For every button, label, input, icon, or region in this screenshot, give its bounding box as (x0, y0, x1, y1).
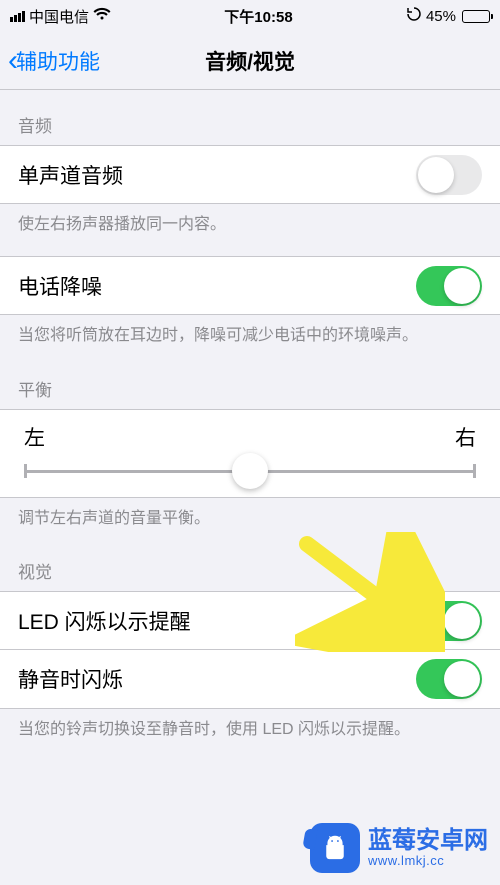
balance-left-label: 左 (24, 422, 45, 452)
section-header-audio: 音频 (0, 90, 500, 145)
watermark-title: 蓝莓安卓网 (368, 827, 488, 855)
phone-noise-footer: 当您将听筒放在耳边时，降噪可减少电话中的环境噪声。 (0, 315, 500, 353)
battery-icon (462, 10, 490, 23)
phone-noise-label: 电话降噪 (18, 271, 416, 301)
status-bar: 中国电信 下午10:58 45% (0, 0, 500, 32)
watermark-url: www.lmkj.cc (368, 854, 488, 869)
section-header-balance: 平衡 (0, 354, 500, 409)
carrier-label: 中国电信 (29, 6, 89, 27)
section-header-visual: 视觉 (0, 536, 500, 591)
mono-audio-footer: 使左右扬声器播放同一内容。 (0, 204, 500, 242)
watermark-logo-icon (310, 823, 360, 873)
phone-noise-cell: 电话降噪 (0, 256, 500, 315)
page-title: 音频/视觉 (205, 46, 295, 76)
phone-noise-switch[interactable] (416, 266, 482, 306)
nav-header: ‹ 辅助功能 音频/视觉 (0, 32, 500, 90)
cellular-signal-icon (10, 11, 25, 22)
mono-audio-switch[interactable] (416, 155, 482, 195)
balance-footer: 调节左右声道的音量平衡。 (0, 498, 500, 536)
watermark: 蓝莓安卓网 www.lmkj.cc (310, 823, 488, 873)
visual-footer: 当您的铃声切换设至静音时，使用 LED 闪烁以示提醒。 (0, 709, 500, 747)
mono-audio-label: 单声道音频 (18, 160, 416, 190)
flash-on-silent-cell: 静音时闪烁 (0, 650, 500, 709)
led-flash-switch[interactable] (416, 601, 482, 641)
mono-audio-cell: 单声道音频 (0, 145, 500, 204)
orientation-lock-icon (406, 6, 422, 26)
flash-on-silent-switch[interactable] (416, 659, 482, 699)
balance-slider-thumb[interactable] (232, 453, 268, 489)
balance-control: 左 右 (0, 409, 500, 498)
back-label: 辅助功能 (16, 46, 100, 76)
battery-percent: 45% (426, 8, 456, 25)
led-flash-label: LED 闪烁以示提醒 (18, 606, 416, 636)
back-button[interactable]: ‹ 辅助功能 (8, 46, 100, 76)
flash-on-silent-label: 静音时闪烁 (18, 664, 416, 694)
wifi-icon (93, 7, 111, 25)
balance-slider[interactable] (24, 470, 476, 473)
status-time: 下午10:58 (111, 6, 406, 27)
balance-right-label: 右 (455, 422, 476, 452)
led-flash-cell: LED 闪烁以示提醒 (0, 591, 500, 650)
